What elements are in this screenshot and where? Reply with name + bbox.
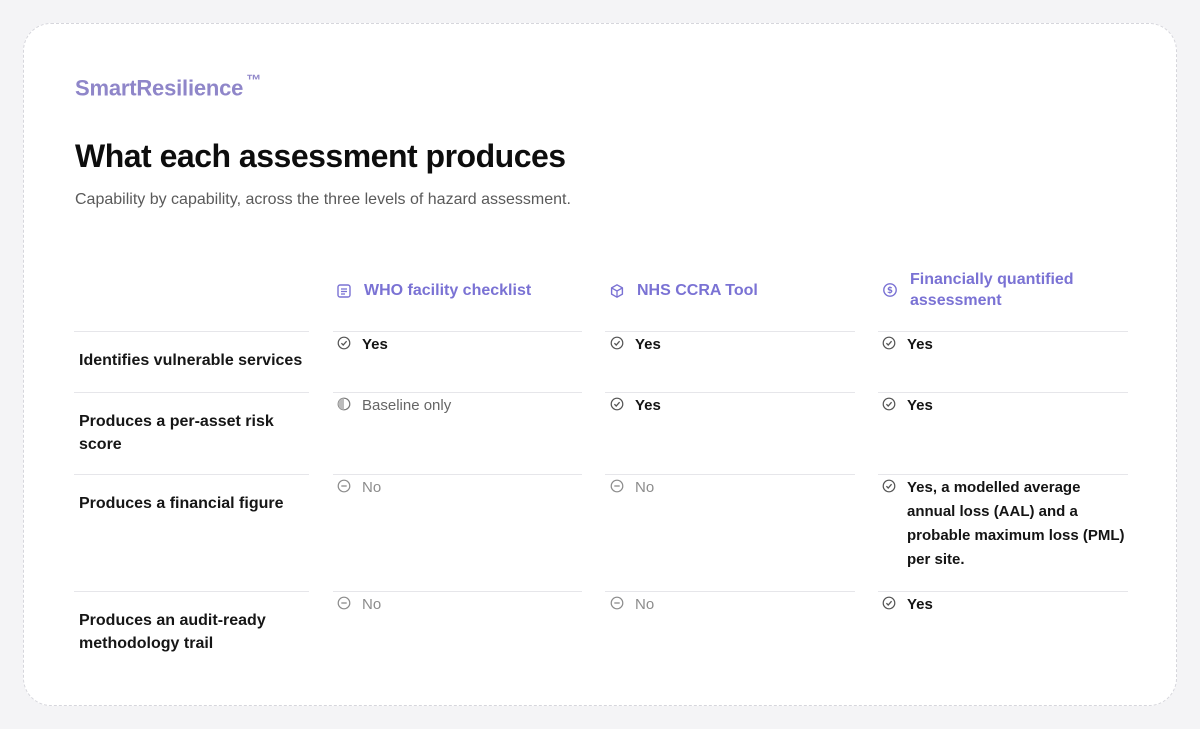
column-header-who: WHO facility checklist — [336, 280, 531, 301]
row-divider — [333, 474, 582, 475]
row-divider — [605, 474, 855, 475]
check-circle-icon — [882, 397, 896, 411]
row-divider — [74, 474, 309, 475]
table-cell: Baseline only — [337, 394, 592, 418]
row-divider — [878, 591, 1128, 592]
dollar-icon: $ — [883, 283, 897, 297]
check-circle-icon — [337, 336, 351, 350]
row-divider — [74, 331, 309, 332]
half-circle-icon — [337, 397, 351, 411]
row-divider — [333, 331, 582, 332]
minus-circle-icon — [610, 596, 624, 610]
table-cell: Yes — [610, 394, 865, 418]
table-cell: No — [610, 476, 865, 500]
minus-circle-icon — [610, 479, 624, 493]
row-label: Produces a per-asset risk score — [79, 413, 274, 453]
row-divider — [605, 591, 855, 592]
check-circle-icon — [882, 596, 896, 610]
table-cell: No — [337, 593, 592, 617]
column-label: Financially quantified assessment — [910, 271, 1074, 309]
table-cell: Yes, a modelled average annual loss (AAL… — [882, 476, 1132, 572]
row-divider — [878, 331, 1128, 332]
table-cell: Yes — [882, 394, 1137, 418]
row-divider — [878, 474, 1128, 475]
table-cell: No — [610, 593, 865, 617]
table-cell: Yes — [337, 333, 592, 357]
check-circle-icon — [882, 336, 896, 350]
page-subtitle: Capability by capability, across the thr… — [75, 191, 571, 208]
row-label: Produces an audit-ready methodology trai… — [79, 612, 266, 652]
row-divider — [74, 392, 309, 393]
table-cell: Yes — [610, 333, 865, 357]
comparison-card: SmartResilience ™ What each assessment pr… — [23, 23, 1177, 706]
column-label: WHO facility checklist — [364, 282, 532, 299]
table-cell: Yes — [882, 333, 1137, 357]
row-divider — [74, 591, 309, 592]
row-divider — [605, 392, 855, 393]
column-header-financial: $ Financially quantified assessment — [882, 269, 1110, 311]
table-cell: No — [337, 476, 592, 500]
minus-circle-icon — [337, 596, 351, 610]
svg-text:$: $ — [887, 286, 893, 296]
brand-logo: SmartResilience ™ — [75, 72, 262, 101]
table-cell: Yes — [882, 593, 1137, 617]
column-label: NHS CCRA Tool — [637, 282, 758, 299]
list-icon — [337, 283, 351, 298]
minus-circle-icon — [337, 479, 351, 493]
column-header-nhs: NHS CCRA Tool — [609, 280, 758, 301]
row-label: Identifies vulnerable services — [79, 352, 303, 369]
check-circle-icon — [610, 336, 624, 350]
page-title: What each assessment produces — [75, 138, 566, 174]
check-circle-icon — [610, 397, 624, 411]
row-divider — [333, 392, 582, 393]
row-divider — [333, 591, 582, 592]
globe-icon — [610, 283, 624, 298]
row-divider — [878, 392, 1128, 393]
row-divider — [605, 331, 855, 332]
check-circle-icon — [882, 479, 896, 493]
row-label: Produces a financial figure — [79, 495, 284, 512]
trademark-mark: ™ — [246, 72, 262, 89]
